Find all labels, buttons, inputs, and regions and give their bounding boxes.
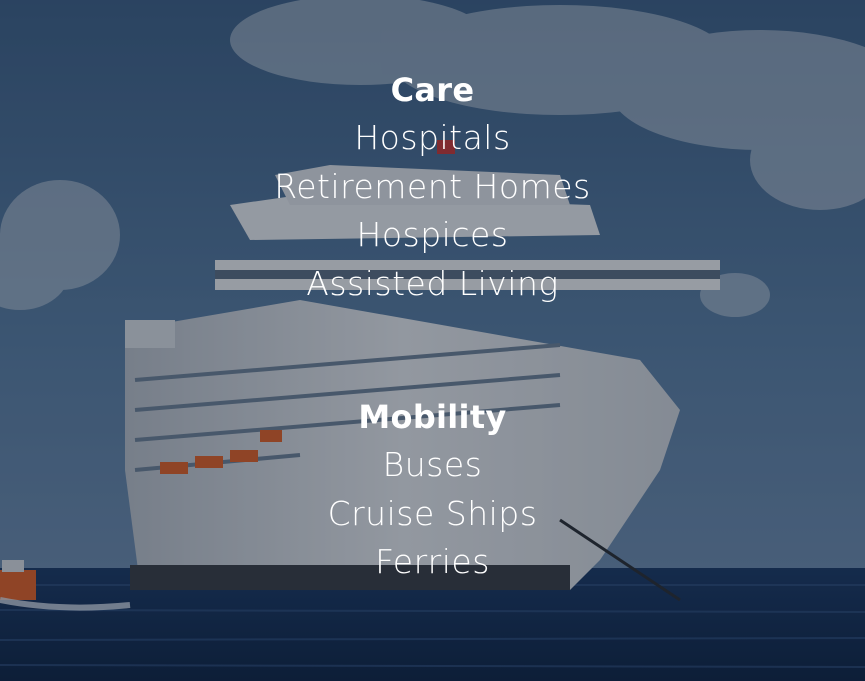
care-item-hospitals: Hospitals: [354, 118, 511, 157]
mobility-heading: Mobility: [358, 398, 507, 436]
care-item-hospices: Hospices: [356, 215, 509, 254]
mobility-item-buses: Buses: [382, 445, 483, 484]
care-item-assisted-living: Assisted Living: [306, 263, 559, 303]
mobility-item-cruise-ships: Cruise Ships: [327, 493, 538, 533]
care-heading: Care: [390, 71, 475, 109]
care-list: Hospitals Retirement Homes Hospices Assi…: [0, 114, 865, 308]
mobility-list: Buses Cruise Ships Ferries: [0, 441, 865, 587]
mobility-item-ferries: Ferries: [375, 542, 490, 581]
slide: Care Hospitals Retirement Homes Hospices…: [0, 0, 865, 681]
care-item-retirement-homes: Retirement Homes: [274, 166, 591, 206]
mobility-section: Mobility Buses Cruise Ships Ferries: [0, 393, 865, 587]
care-section: Care Hospitals Retirement Homes Hospices…: [0, 66, 865, 308]
